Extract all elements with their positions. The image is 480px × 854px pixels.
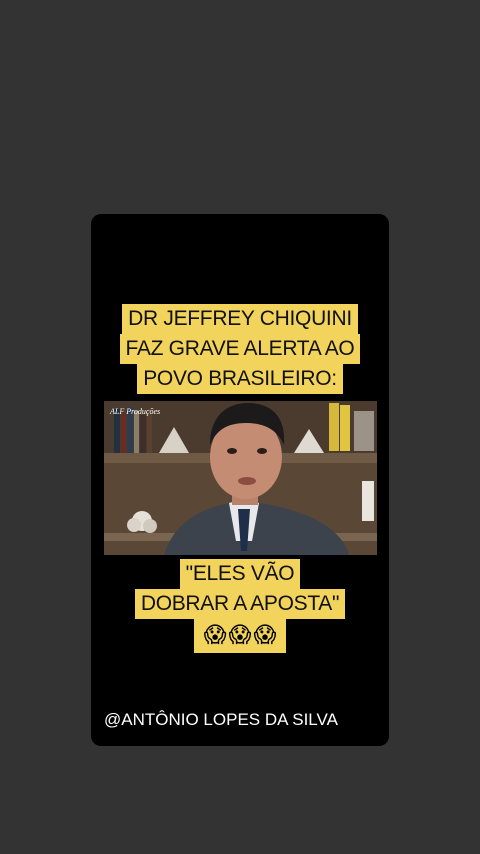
quote-line-2: DOBRAR A APOSTA" bbox=[134, 589, 346, 619]
scream-emoji-icon: 😱 bbox=[228, 623, 252, 648]
quote-line-1: "ELES VÃO bbox=[179, 559, 301, 589]
video-watermark: ALF Produções bbox=[110, 407, 161, 416]
video-thumbnail[interactable]: ALF Produções bbox=[104, 401, 377, 555]
headline-line-2: FAZ GRAVE ALERTA AO bbox=[119, 334, 361, 364]
headline-line-3: POVO BRASILEIRO: bbox=[137, 364, 343, 394]
video-scene bbox=[104, 401, 377, 555]
author-credit: @ANTÔNIO LOPES DA SILVA bbox=[104, 710, 338, 729]
scream-emoji-icon: 😱 bbox=[203, 623, 227, 648]
scream-emoji-icon: 😱 bbox=[253, 623, 277, 648]
quote-caption: "ELES VÃO DOBRAR A APOSTA" 😱 😱 😱 bbox=[91, 559, 389, 653]
emoji-row: 😱 😱 😱 bbox=[193, 619, 287, 653]
story-card: DR JEFFREY CHIQUINI FAZ GRAVE ALERTA AO … bbox=[91, 214, 389, 746]
headline-caption: DR JEFFREY CHIQUINI FAZ GRAVE ALERTA AO … bbox=[91, 304, 389, 394]
headline-line-1: DR JEFFREY CHIQUINI bbox=[122, 304, 358, 334]
